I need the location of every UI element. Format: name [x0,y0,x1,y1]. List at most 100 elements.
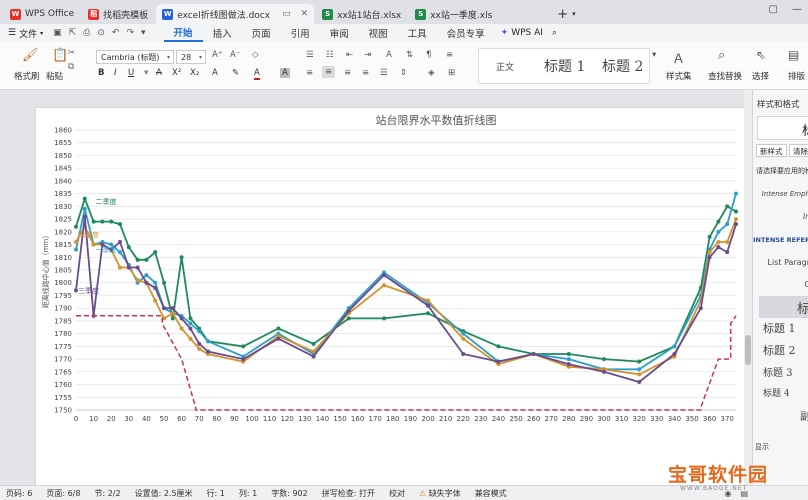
cursor-icon[interactable]: ⇖ [756,48,766,62]
chevron-down-icon[interactable]: ▾ [141,28,146,38]
tab-word-document[interactable]: W excel折线图做法.docx ▭ ✕ [156,4,315,24]
file-menu[interactable]: ☰ 文件 ▾ [8,27,43,40]
menu-insert[interactable]: 插入 [203,24,242,42]
shading-icon[interactable]: ◈ [428,68,435,78]
status-proofread[interactable]: 校对 [389,488,405,499]
restore-icon[interactable]: ▢ [769,4,778,15]
highlight-icon[interactable]: ✎ [232,68,239,78]
sort-layout-button[interactable]: 排版 [788,70,805,82]
char-shading-icon[interactable]: A [280,68,290,78]
layout-icon[interactable]: ▤ [788,48,799,62]
show-marks-icon[interactable]: ¶ [426,50,431,60]
text-effect-icon[interactable]: A [212,68,218,78]
tab-excel-quarter[interactable]: S xx站一季度.xls [409,4,549,24]
italic-icon[interactable]: I [114,68,117,78]
export-icon[interactable]: ⇱ [69,28,77,38]
style-set-icon[interactable]: Ａ [672,48,685,67]
style-heading-1[interactable]: 标题 1 [544,56,585,76]
line-spacing-icon[interactable]: ≡ [446,50,453,60]
clear-format-button[interactable]: 清除格 [789,144,808,157]
indent-icon[interactable]: ⇥ [364,50,371,60]
clear-format-icon[interactable]: ◇ [252,50,259,60]
bullet-list-icon[interactable]: ☰ [306,50,314,60]
format-painter-icon[interactable]: 🖌 [22,48,39,63]
cut-icon[interactable]: ✂ [68,48,75,58]
line-spacing-menu-icon[interactable]: ⇕ [400,68,407,78]
style-item-list-paragraph[interactable]: List Paragr [768,258,808,267]
new-style-button[interactable]: 新样式 [756,144,787,157]
new-tab-icon[interactable]: + ▾ [557,4,575,24]
select-button[interactable]: 选择 [752,70,769,82]
align-center-icon[interactable]: ≡ [322,66,336,78]
font-name-select[interactable]: Cambria (标题) ▾ [96,50,174,64]
close-tab-icon[interactable]: ✕ [301,9,309,19]
status-setting-value[interactable]: 设置值: 2.5厘米 [135,488,193,499]
shrink-font-icon[interactable]: A⁻ [230,50,240,60]
save-icon[interactable]: ▣ [53,28,62,38]
status-pages[interactable]: 页面: 6/8 [46,488,80,499]
superscript-icon[interactable]: X² [172,68,181,78]
style-normal[interactable]: 正文 [496,60,514,73]
underline-icon[interactable]: U [128,68,134,78]
chevron-down-icon[interactable]: ▾ [652,50,656,60]
style-item-intense-reference[interactable]: INTENSE REFER [753,236,808,244]
undo-icon[interactable]: ↶ [112,28,120,38]
align-right-icon[interactable]: ≡ [344,68,351,78]
paste-icon[interactable]: 📋 [52,48,68,63]
sort-icon[interactable]: ⇅ [406,50,413,60]
redo-icon[interactable]: ↷ [126,28,134,38]
minimize-icon[interactable]: — [792,4,802,15]
justify-icon[interactable]: ≡ [362,68,369,78]
style-item-intense-emphasis[interactable]: Intense Emph [762,190,808,198]
style-item-heading-2[interactable]: 标题 2 [763,342,808,358]
strikethrough-icon[interactable]: A [156,68,162,78]
font-size-select[interactable]: 28 ▾ [176,50,206,64]
find-replace-button[interactable]: 查找替换 [708,70,742,82]
format-painter-button[interactable]: 格式刷 [14,70,40,82]
font-color-icon[interactable]: A [254,68,260,80]
grow-font-icon[interactable]: A⁺ [212,50,222,60]
menu-tools[interactable]: 工具 [398,24,437,42]
print-icon[interactable]: ⎙ [83,28,90,38]
chinese-layout-icon[interactable]: A [386,50,392,60]
search-icon[interactable]: ⌕ [552,28,557,38]
bold-icon[interactable]: B [98,68,104,78]
menu-references[interactable]: 引用 [281,24,320,42]
menu-home[interactable]: 开始 [163,24,203,42]
numbered-list-icon[interactable]: ☷ [326,50,334,60]
style-item-heading-4[interactable]: 标题 4 [763,386,808,399]
document-page[interactable]: 1750 1755 1760 1765 1770 1775 1780 1785 1790 1795… [36,108,748,488]
copy-icon[interactable]: ⧉ [68,62,74,72]
tab-daoke-template[interactable]: 稻 找稻壳模板 [82,4,154,24]
status-word-count[interactable]: 字数: 902 [271,488,308,499]
style-item-subtitle[interactable]: 副 [800,408,808,423]
tab-excel-station[interactable]: S xx站1站台.xlsx [316,4,407,24]
search-icon[interactable]: ⌕ [718,48,725,63]
status-spell-check[interactable]: 拼写检查: 打开 [322,488,375,499]
style-item-heading-1[interactable]: 标题 1 [763,320,808,336]
preview-icon[interactable]: ⊙ [97,28,105,38]
subscript-icon[interactable]: X₂ [190,68,199,78]
scrollbar-thumb[interactable] [745,335,751,365]
menu-review[interactable]: 审阅 [320,24,359,42]
style-item-intense-quote[interactable]: In [803,212,808,221]
status-missing-font[interactable]: ⚠ 缺失字体 [419,488,461,499]
chevron-down-icon[interactable]: ▾ [144,68,148,78]
menu-view[interactable]: 视图 [359,24,398,42]
style-item-c[interactable]: C [804,280,808,289]
style-heading-2[interactable]: 标题 2 [602,56,643,76]
border-icon[interactable]: ⊞ [448,68,455,78]
wps-ai-button[interactable]: ✦ WPS AI ⌕ [501,28,557,38]
style-set-button[interactable]: 样式集 [666,70,692,82]
menu-member[interactable]: 会员专享 [437,24,495,42]
style-item-heading-3[interactable]: 标题 3 [763,364,808,379]
style-item-selected[interactable]: 标 [797,298,808,317]
monitor-icon[interactable]: ▭ [282,9,291,19]
status-page-number[interactable]: 页码: 6 [6,488,32,499]
tab-wps-office[interactable]: W WPS Office [4,4,80,24]
outdent-icon[interactable]: ⇤ [346,50,353,60]
menu-page[interactable]: 页面 [242,24,281,42]
distributed-icon[interactable]: ☰ [380,68,388,78]
vertical-scrollbar[interactable] [744,90,752,485]
paste-button[interactable]: 粘贴 [46,70,63,82]
